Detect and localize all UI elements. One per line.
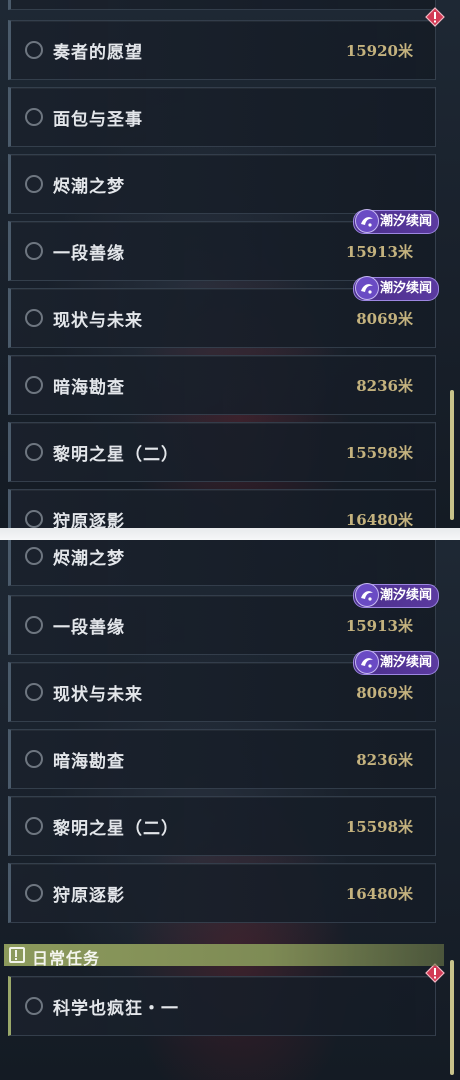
quest-row[interactable]: 奏者的愿望 15920米	[8, 7, 445, 80]
daily-quests-section-header[interactable]: 日常任务	[4, 944, 444, 968]
quest-name: 现状与未来	[53, 685, 143, 705]
quest-row[interactable]: 暗海勘查 8236米	[8, 729, 436, 789]
track-radio-icon[interactable]	[25, 616, 43, 634]
quest-row[interactable]: 现状与未来 8069米 潮汐续闻	[8, 650, 439, 722]
track-radio-icon[interactable]	[25, 108, 43, 126]
track-radio-icon[interactable]	[25, 884, 43, 902]
quest-name: 黎明之星（二）	[53, 445, 179, 465]
quest-row[interactable]: 一段善缘 15913米 潮汐续闻	[8, 209, 439, 281]
quest-distance: 15598米	[345, 444, 413, 462]
screenshot-divider	[0, 528, 460, 540]
track-radio-icon[interactable]	[25, 175, 43, 193]
quest-name: 烬潮之梦	[53, 177, 125, 197]
quest-row[interactable]: 现状与未来 8069米 潮汐续闻	[8, 276, 439, 348]
quest-name: 现状与未来	[53, 311, 143, 331]
quest-list-panel-top: 奏者的愿望 15920米 面包与圣事 烬潮之梦 一段善缘 15913米 潮汐续闻…	[0, 0, 460, 528]
track-radio-icon[interactable]	[25, 510, 43, 528]
quest-name: 狩原逐影	[53, 512, 125, 528]
quest-row[interactable]: 面包与圣事	[8, 87, 436, 147]
tide-swirl-icon	[354, 209, 379, 233]
alert-diamond-icon	[425, 7, 445, 27]
scrollbar-thumb[interactable]	[450, 390, 454, 520]
quest-name: 暗海勘查	[53, 378, 125, 398]
track-radio-icon[interactable]	[25, 683, 43, 701]
tide-sequel-badge: 潮汐续闻	[352, 583, 439, 608]
section-title: 日常任务	[32, 949, 101, 968]
track-radio-icon[interactable]	[25, 242, 43, 260]
quest-name: 烬潮之梦	[53, 549, 125, 569]
quest-name: 面包与圣事	[53, 110, 143, 130]
exclamation-box-icon	[9, 947, 25, 963]
quest-distance: 8069米	[356, 684, 413, 702]
tide-swirl-icon	[354, 650, 379, 674]
quest-row-daily[interactable]: 科学也疯狂・一	[8, 963, 445, 1036]
quest-name: 黎明之星（二）	[53, 819, 179, 839]
track-radio-icon[interactable]	[25, 309, 43, 327]
quest-distance: 15920米	[345, 42, 413, 60]
quest-distance: 15598米	[345, 818, 413, 836]
quest-row[interactable]: 狩原逐影 16480米	[8, 489, 436, 528]
alert-diamond-icon	[425, 963, 445, 983]
quest-name: 暗海勘查	[53, 752, 125, 772]
tide-swirl-icon	[354, 583, 379, 607]
quest-name: 奏者的愿望	[53, 43, 143, 63]
quest-row[interactable]: 黎明之星（二） 15598米	[8, 796, 436, 856]
quest-distance: 8069米	[356, 310, 413, 328]
tide-sequel-badge: 潮汐续闻	[352, 209, 439, 234]
track-radio-icon[interactable]	[25, 817, 43, 835]
tide-swirl-icon	[354, 276, 379, 300]
quest-name: 一段善缘	[53, 618, 125, 638]
quest-row[interactable]: 黎明之星（二） 15598米	[8, 422, 436, 482]
quest-distance: 15913米	[345, 617, 413, 635]
track-radio-icon[interactable]	[25, 443, 43, 461]
quest-row[interactable]: 烬潮之梦	[8, 540, 436, 586]
quest-row[interactable]: 烬潮之梦	[8, 154, 436, 214]
badge-label: 潮汐续闻	[379, 214, 432, 229]
track-radio-icon[interactable]	[25, 547, 43, 565]
quest-distance: 8236米	[356, 751, 413, 769]
badge-label: 潮汐续闻	[379, 281, 432, 296]
badge-label: 潮汐续闻	[379, 588, 432, 603]
track-radio-icon[interactable]	[25, 41, 43, 59]
tide-sequel-badge: 潮汐续闻	[352, 276, 439, 301]
quest-name: 科学也疯狂・一	[53, 999, 179, 1019]
quest-distance: 15913米	[345, 243, 413, 261]
quest-name: 一段善缘	[53, 244, 125, 264]
quest-distance: 16480米	[345, 511, 413, 528]
tide-sequel-badge: 潮汐续闻	[352, 650, 439, 675]
quest-row-partial[interactable]	[8, 0, 436, 10]
quest-list-panel-bottom: 烬潮之梦 一段善缘 15913米 潮汐续闻 现状与未来 8069米 潮汐续闻 暗…	[0, 540, 460, 1080]
badge-label: 潮汐续闻	[379, 655, 432, 670]
quest-name: 狩原逐影	[53, 886, 125, 906]
quest-distance: 8236米	[356, 377, 413, 395]
quest-distance: 16480米	[345, 885, 413, 903]
track-radio-icon[interactable]	[25, 376, 43, 394]
quest-row[interactable]: 狩原逐影 16480米	[8, 863, 436, 923]
track-radio-icon[interactable]	[25, 750, 43, 768]
scrollbar-thumb[interactable]	[450, 960, 454, 1075]
quest-row[interactable]: 一段善缘 15913米 潮汐续闻	[8, 583, 439, 655]
quest-row[interactable]: 暗海勘查 8236米	[8, 355, 436, 415]
track-radio-icon[interactable]	[25, 997, 43, 1015]
